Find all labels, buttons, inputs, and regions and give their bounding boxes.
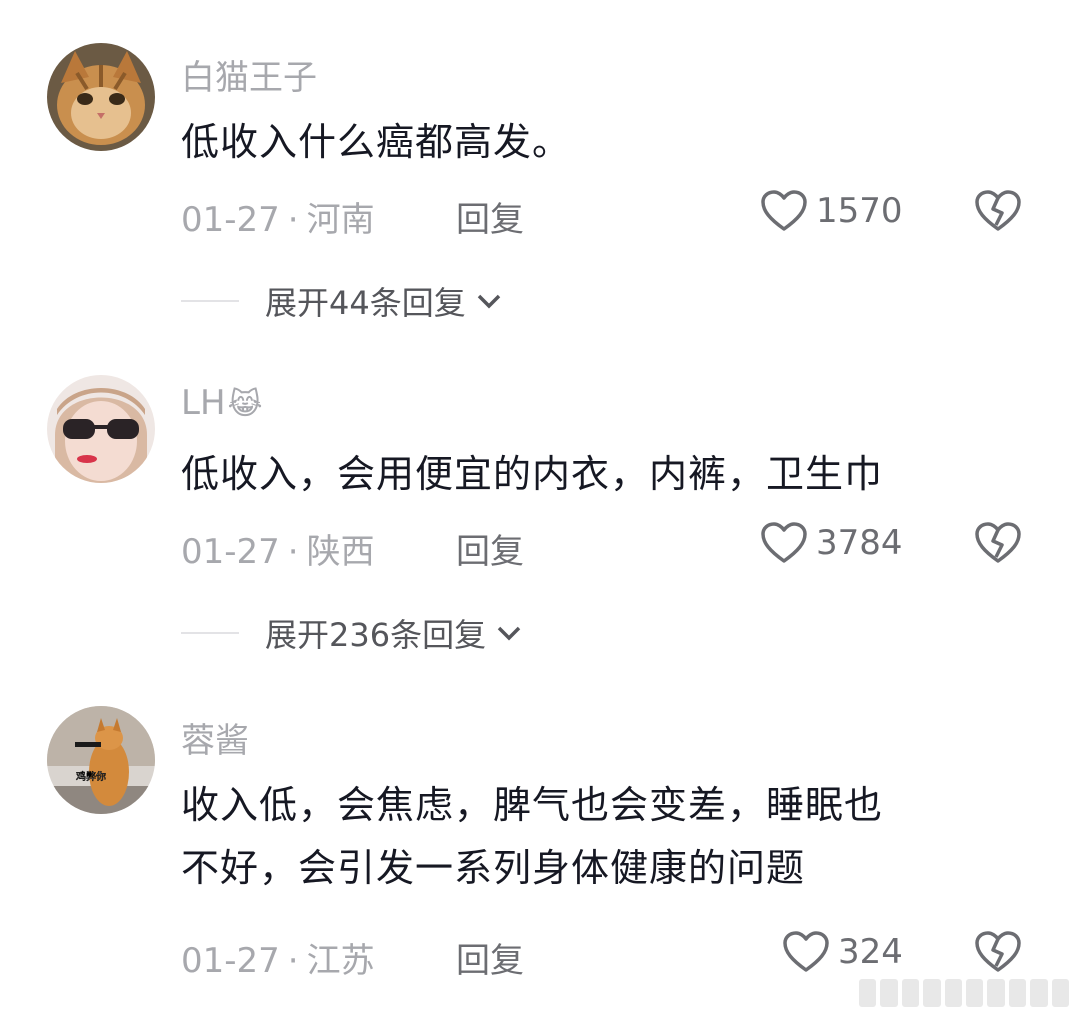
username[interactable]: 蓉酱 — [181, 713, 249, 762]
comment-meta: 01-27 · 陕西 — [181, 524, 375, 573]
username[interactable]: LH😹 — [181, 383, 263, 423]
divider-line — [181, 632, 239, 634]
like-count: 1570 — [816, 191, 903, 231]
like-button[interactable]: 3784 — [760, 521, 903, 565]
heart-icon — [783, 931, 829, 972]
username-text[interactable]: 蓉酱 — [181, 721, 249, 761]
avatar[interactable] — [47, 43, 155, 151]
expand-label: 展开236条回复 — [265, 616, 487, 654]
reply-button[interactable]: 回复 — [456, 524, 524, 573]
expand-replies-button[interactable]: 展开236条回复 — [181, 610, 522, 656]
divider-line — [181, 300, 239, 302]
reply-button[interactable]: 回复 — [456, 192, 524, 241]
heart-icon — [761, 190, 807, 231]
heart-icon — [761, 522, 807, 563]
comment-line: 低收入什么癌都高发。 — [181, 120, 572, 164]
like-count: 3784 — [816, 523, 903, 563]
comment-location: 河南 — [306, 200, 375, 240]
comment-line: 收入低，会焦虑，脾气也会变差，睡眠也 — [181, 783, 884, 827]
comment-date: 01-27 — [181, 941, 280, 981]
like-count: 324 — [838, 932, 903, 972]
comment-meta: 01-27 · 江苏 — [181, 933, 375, 982]
broken-heart-icon[interactable] — [974, 930, 1022, 974]
comment-date: 01-27 — [181, 532, 280, 572]
watermark — [859, 979, 1070, 1007]
like-button[interactable]: 1570 — [760, 189, 903, 233]
cat-meme-avatar-icon: 鸡弊你 — [47, 706, 155, 814]
meta-separator: · — [287, 532, 299, 572]
woman-sunglasses-avatar-icon — [47, 375, 155, 483]
avatar[interactable] — [47, 375, 155, 483]
comment-text: 低收入什么癌都高发。 — [181, 111, 999, 174]
like-button[interactable]: 324 — [782, 930, 903, 974]
meta-separator: · — [287, 941, 299, 981]
chevron-down-icon — [477, 294, 500, 309]
cat-avatar-icon — [47, 43, 155, 151]
comment-location: 陕西 — [306, 532, 375, 572]
laughing-cat-emoji: 😹 — [227, 387, 263, 422]
comment-meta: 01-27 · 河南 — [181, 192, 375, 241]
username[interactable]: 白猫王子 — [181, 50, 317, 99]
avatar-caption: 鸡弊你 — [76, 770, 106, 783]
meta-separator: · — [287, 200, 299, 240]
chevron-down-icon — [497, 626, 521, 641]
broken-heart-icon[interactable] — [974, 189, 1022, 233]
comment-text: 低收入，会用便宜的内衣，内裤，卫生巾 — [181, 443, 999, 506]
comment-line: 不好，会引发一系列身体健康的问题 — [181, 846, 806, 890]
comment-date: 01-27 — [181, 200, 280, 240]
comment-text: 收入低，会焦虑，脾气也会变差，睡眠也 不好，会引发一系列身体健康的问题 — [181, 774, 999, 900]
expand-label: 展开44条回复 — [265, 284, 466, 322]
broken-heart-icon[interactable] — [974, 521, 1022, 565]
comment-line: 低收入，会用便宜的内衣，内裤，卫生巾 — [181, 452, 884, 496]
username-text[interactable]: 白猫王子 — [181, 58, 317, 98]
username-text[interactable]: LH — [181, 383, 226, 423]
avatar[interactable]: 鸡弊你 — [47, 706, 155, 814]
comment-location: 江苏 — [306, 941, 375, 981]
expand-replies-button[interactable]: 展开44条回复 — [181, 278, 502, 324]
reply-button[interactable]: 回复 — [456, 933, 524, 982]
